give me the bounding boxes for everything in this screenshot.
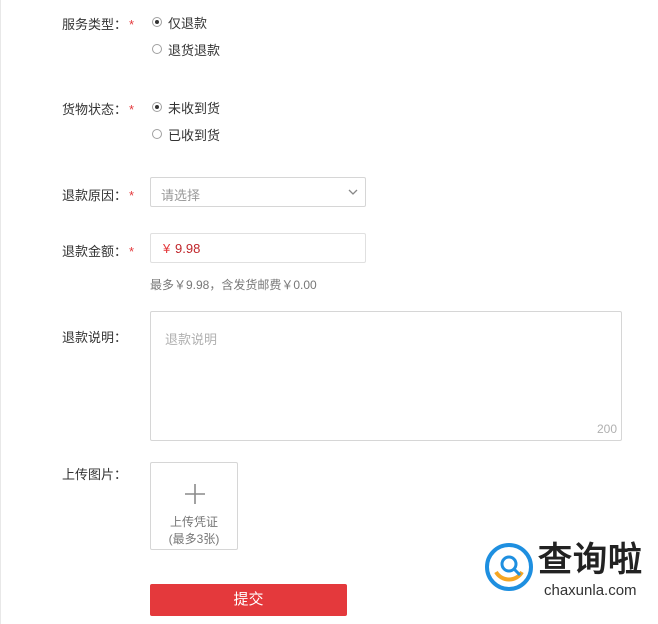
required-mark: *: [129, 102, 135, 117]
required-mark: *: [129, 244, 135, 259]
submit-button[interactable]: 提交: [150, 584, 347, 616]
required-mark: *: [129, 17, 135, 32]
radio-label-refund-only: 仅退款: [168, 15, 208, 31]
refund-description-textarea[interactable]: 退款说明 200: [150, 311, 622, 441]
upload-limit-text: (最多3张): [168, 532, 220, 546]
watermark-brand-cn: 查询啦: [538, 541, 643, 579]
upload-voucher-text: 上传凭证: [169, 515, 218, 529]
search-logo-icon: [485, 543, 533, 591]
refund-amount-input[interactable]: ¥ 9.98: [150, 233, 366, 263]
currency-symbol: ¥: [163, 241, 171, 256]
upload-voucher-button[interactable]: 上传凭证 (最多3张): [150, 462, 238, 550]
refund-description-placeholder: 退款说明: [165, 332, 218, 347]
watermark-brand-en: chaxunla.com: [544, 582, 637, 599]
radio-checked-icon[interactable]: [152, 102, 162, 112]
radio-label-return-refund: 退货退款: [168, 42, 221, 58]
upload-images-label: 上传图片：: [62, 467, 128, 482]
refund-amount-label: 退款金额： *: [62, 244, 135, 259]
radio-label-received: 已收到货: [168, 127, 221, 143]
refund-reason-select[interactable]: 请选择: [150, 177, 366, 207]
refund-reason-label: 退款原因： *: [62, 188, 135, 203]
refund-reason-placeholder: 请选择: [161, 188, 201, 203]
radio-not-received[interactable]: 未收到货: [152, 98, 220, 116]
page-left-border: [0, 0, 1, 624]
radio-refund-only[interactable]: 仅退款: [152, 13, 207, 31]
service-type-label: 服务类型： *: [62, 17, 135, 32]
radio-unchecked-icon[interactable]: [152, 129, 162, 139]
radio-label-not-received: 未收到货: [168, 100, 221, 116]
goods-status-label: 货物状态： *: [62, 102, 135, 117]
radio-return-refund[interactable]: 退货退款: [152, 40, 220, 58]
radio-unchecked-icon[interactable]: [152, 44, 162, 54]
chevron-down-icon: [348, 189, 358, 195]
plus-icon: [185, 484, 205, 504]
watermark-logo: 查询啦 chaxunla.com: [484, 540, 654, 606]
required-mark: *: [129, 188, 135, 203]
char-limit-counter: 200: [596, 422, 617, 436]
radio-checked-icon[interactable]: [152, 17, 162, 27]
radio-received[interactable]: 已收到货: [152, 125, 220, 143]
refund-description-label: 退款说明：: [62, 330, 128, 345]
refund-amount-hint: 最多￥9.98，含发货邮费￥0.00: [150, 278, 317, 292]
refund-amount-value: 9.98: [175, 241, 201, 256]
